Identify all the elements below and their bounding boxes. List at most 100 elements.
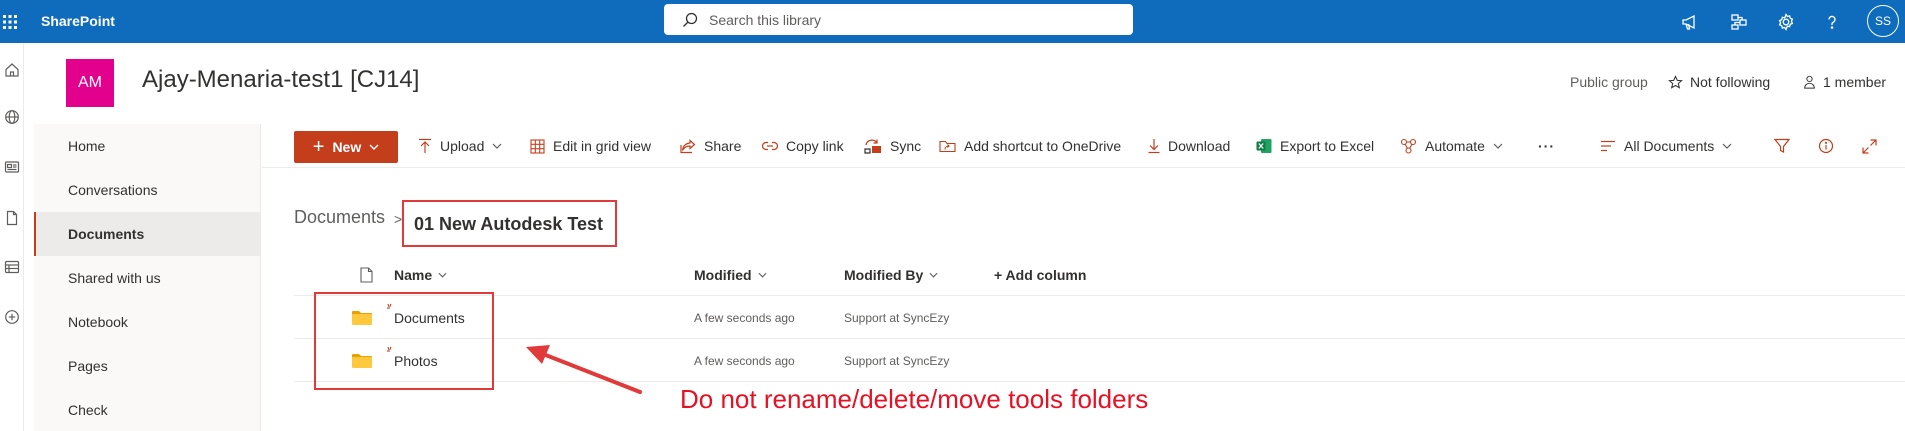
chevron-down-icon bbox=[758, 272, 767, 278]
breadcrumb-root[interactable]: Documents bbox=[294, 207, 385, 228]
sync-icon bbox=[864, 139, 881, 154]
nav-item-label: Conversations bbox=[68, 182, 158, 198]
rail-news-button[interactable] bbox=[0, 155, 24, 179]
megaphone-icon bbox=[1682, 14, 1695, 30]
new-button[interactable]: + New bbox=[294, 131, 398, 163]
nav-item-label: Documents bbox=[68, 226, 145, 242]
feedback-button[interactable] bbox=[1670, 0, 1710, 43]
more-commands-button[interactable]: ··· bbox=[1538, 124, 1555, 168]
name-column-label: Name bbox=[394, 267, 433, 283]
plus-icon: + bbox=[312, 136, 325, 158]
expand-icon bbox=[1862, 138, 1877, 154]
follow-button[interactable]: Not following bbox=[1668, 74, 1770, 90]
download-icon bbox=[1148, 139, 1160, 154]
gear-icon bbox=[1778, 12, 1794, 31]
export-to-excel-button[interactable]: Export to Excel bbox=[1256, 124, 1374, 168]
nav-item-shared-with-us[interactable]: Shared with us bbox=[34, 256, 261, 300]
help-icon bbox=[1828, 15, 1836, 29]
info-icon bbox=[1818, 138, 1834, 154]
folder-icon bbox=[352, 296, 372, 339]
nav-item-home[interactable]: Home bbox=[34, 124, 261, 168]
rail-lists-button[interactable] bbox=[0, 255, 24, 279]
edit-grid-view-button[interactable]: Edit in grid view bbox=[530, 124, 651, 168]
sync-label: Sync bbox=[890, 138, 922, 154]
add-column-button[interactable]: + Add column bbox=[994, 254, 1086, 296]
share-button[interactable]: Share bbox=[680, 124, 741, 168]
file-icon bbox=[6, 210, 18, 226]
item-name[interactable]: Documents bbox=[394, 296, 465, 339]
download-button[interactable]: Download bbox=[1148, 124, 1230, 168]
nav-item-conversations[interactable]: Conversations bbox=[34, 168, 261, 212]
modified-by-column-header[interactable]: Modified By bbox=[844, 254, 938, 296]
nav-item-notebook[interactable]: Notebook bbox=[34, 300, 261, 344]
search-icon bbox=[683, 12, 698, 27]
members-button[interactable]: 1 member bbox=[1803, 74, 1886, 90]
shortcut-icon bbox=[939, 140, 956, 153]
info-button[interactable] bbox=[1818, 124, 1842, 168]
app-launcher-button[interactable] bbox=[0, 0, 19, 43]
group-visibility: Public group bbox=[1570, 74, 1648, 90]
upload-button[interactable]: Upload bbox=[418, 124, 502, 168]
breadcrumb-current: 01 New Autodesk Test bbox=[414, 214, 604, 234]
site-logo[interactable]: AM bbox=[66, 59, 114, 107]
flow-button[interactable] bbox=[1719, 0, 1759, 43]
home-icon bbox=[5, 63, 19, 77]
modified-column-label: Modified bbox=[694, 267, 752, 283]
add-circle-icon bbox=[5, 310, 19, 324]
settings-button[interactable] bbox=[1766, 0, 1806, 43]
list-item[interactable]: Documents A few seconds ago Support at S… bbox=[294, 296, 1905, 339]
expand-button[interactable] bbox=[1862, 124, 1885, 168]
excel-icon bbox=[1256, 139, 1272, 153]
sync-button[interactable]: Sync bbox=[864, 124, 921, 168]
nav-item-documents[interactable]: Documents bbox=[34, 212, 261, 256]
nav-item-label: Check bbox=[68, 402, 108, 418]
modified-by-column-label: Modified By bbox=[844, 267, 924, 283]
automate-button[interactable]: Automate bbox=[1400, 124, 1503, 168]
search-box[interactable] bbox=[664, 4, 1133, 35]
share-icon bbox=[680, 138, 696, 153]
add-shortcut-button[interactable]: Add shortcut to OneDrive bbox=[939, 124, 1121, 168]
file-type-column-header[interactable] bbox=[354, 254, 373, 296]
rail-create-button[interactable] bbox=[0, 305, 24, 329]
app-name[interactable]: SharePoint bbox=[41, 0, 115, 43]
site-logo-initials: AM bbox=[78, 74, 102, 91]
document-icon bbox=[360, 267, 373, 283]
item-name[interactable]: Photos bbox=[394, 339, 438, 382]
rail-files-button[interactable] bbox=[0, 206, 24, 230]
add-column-label: + Add column bbox=[994, 267, 1087, 283]
item-modified-by[interactable]: Support at SyncEzy bbox=[844, 296, 949, 339]
copy-link-button[interactable]: Copy link bbox=[762, 124, 844, 168]
grid-icon bbox=[530, 138, 545, 154]
rail-sites-button[interactable] bbox=[0, 105, 24, 129]
help-button[interactable] bbox=[1812, 0, 1852, 43]
filter-button[interactable] bbox=[1774, 124, 1798, 168]
nav-item-label: Shared with us bbox=[68, 270, 161, 286]
share-label: Share bbox=[704, 138, 742, 154]
download-label: Download bbox=[1168, 138, 1231, 154]
search-input[interactable] bbox=[709, 11, 1089, 28]
waffle-icon bbox=[2, 14, 17, 29]
site-navigation: Home Conversations Documents Shared with… bbox=[34, 124, 261, 431]
rail-home-button[interactable] bbox=[0, 58, 24, 82]
filter-icon bbox=[1774, 138, 1790, 153]
chevron-down-icon bbox=[438, 272, 447, 278]
site-title[interactable]: Ajay-Menaria-test1 [CJ14] bbox=[142, 66, 419, 94]
modified-column-header[interactable]: Modified bbox=[694, 254, 767, 296]
edit-grid-view-label: Edit in grid view bbox=[553, 138, 652, 154]
name-column-header[interactable]: Name bbox=[394, 254, 447, 296]
automate-label: Automate bbox=[1425, 138, 1485, 154]
user-avatar[interactable]: SS bbox=[1867, 5, 1899, 37]
item-modified-by[interactable]: Support at SyncEzy bbox=[844, 339, 949, 382]
person-icon bbox=[1804, 75, 1815, 89]
nav-item-check[interactable]: Check bbox=[34, 388, 261, 431]
item-modified: A few seconds ago bbox=[694, 353, 795, 368]
star-icon bbox=[1668, 74, 1683, 89]
view-selector[interactable]: All Documents bbox=[1600, 124, 1732, 168]
nav-item-label: Notebook bbox=[68, 314, 128, 330]
view-selector-label: All Documents bbox=[1624, 138, 1715, 154]
chevron-down-icon bbox=[492, 143, 502, 149]
nav-item-pages[interactable]: Pages bbox=[34, 344, 261, 388]
view-lines-icon bbox=[1601, 140, 1615, 152]
folder-icon bbox=[352, 339, 372, 382]
follow-label: Not following bbox=[1690, 74, 1771, 90]
